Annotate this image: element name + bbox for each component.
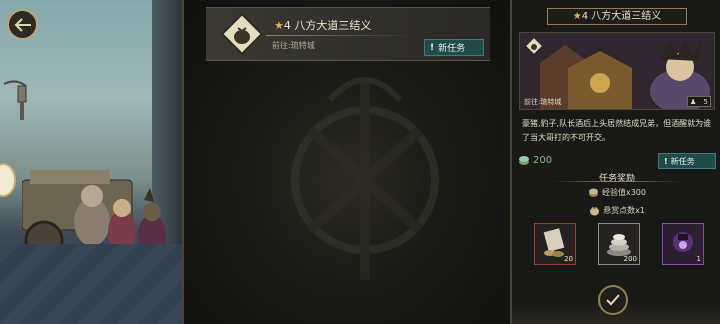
reward-divider: [552, 181, 682, 182]
reward-item-2-count: 200: [623, 255, 637, 263]
new-quest-label: 新任务: [438, 44, 466, 54]
reward-item-2[interactable]: 200: [598, 223, 640, 265]
reward-item-3-count: 1: [696, 255, 701, 263]
new-quest-badge: ! 新任务: [424, 39, 484, 56]
panel-stars: 4: [581, 11, 589, 22]
confirm-button[interactable]: [598, 285, 628, 315]
quest-illustration: 前往:琉特城 ♟ 5: [519, 32, 715, 110]
coin-pile-icon: [607, 234, 631, 256]
reward-item-1-count: 20: [564, 255, 573, 263]
coin-row: 200 ! 新任务: [518, 153, 716, 169]
exclamation-icon: !: [430, 42, 435, 53]
background-emblem: [291, 77, 439, 280]
art-count: 5: [703, 97, 708, 106]
quest-stars: 4: [283, 19, 291, 32]
star-icon: ★: [274, 19, 284, 32]
person-icon: ♟: [690, 97, 697, 106]
checkmark-icon: [606, 294, 620, 306]
bounty-reward: 悬赏点数x1: [512, 205, 720, 216]
game-scene: [0, 0, 182, 324]
back-arrow-icon: [14, 17, 31, 32]
quest-title: ★4 八方大道三结义: [274, 17, 371, 33]
side-notification[interactable]: [0, 163, 16, 197]
title-separator: [266, 35, 416, 36]
exp-text: 经验值x300: [601, 188, 646, 197]
reward-items: 20 200 1: [534, 223, 704, 265]
quest-title-text: 八方大道三结义: [294, 19, 372, 32]
street-lamp: [4, 80, 27, 120]
reward-item-3[interactable]: 1: [662, 223, 704, 265]
scroll-coins-icon: [543, 228, 565, 257]
quest-destination: 前往:琉特城: [272, 41, 315, 50]
coin-amount: 200: [533, 154, 553, 166]
back-button[interactable]: [7, 9, 38, 40]
exp-reward: 经验值x300: [512, 187, 720, 198]
divider: [182, 0, 184, 324]
panel-new-quest-label: 新任务: [670, 156, 695, 166]
panel-new-quest-badge: ! 新任务: [658, 153, 716, 169]
star-icon: ★: [572, 11, 582, 22]
cobblestone-floor: [0, 244, 182, 324]
exp-icon: [588, 188, 598, 197]
bounty-text: 悬赏点数x1: [603, 206, 645, 215]
panel-title-text: 八方大道三结义: [591, 11, 662, 22]
exclamation-icon: !: [664, 156, 668, 166]
art-destination: 前往:琉特城: [524, 98, 562, 106]
coin-icon: [519, 156, 529, 165]
bounty-bag-icon: [590, 206, 600, 216]
reward-item-1[interactable]: 20: [534, 223, 576, 265]
quest-list-item[interactable]: ★4 八方大道三结义 前往:琉特城 ! 新任务: [206, 7, 490, 61]
token-icon: [673, 232, 693, 252]
money-bag-icon: [525, 37, 543, 55]
coin-reward: 200: [518, 154, 552, 166]
quest-description: 豪猪,豹子,队长酒后上头居然结成兄弟，但酒醒就为谁了当大哥打的不可开交。: [522, 119, 712, 142]
reward-header: 任务奖励: [598, 174, 635, 184]
money-bag-icon: [220, 12, 264, 56]
art-count-badge: ♟ 5: [687, 96, 711, 107]
quest-detail-panel: ★4 八方大道三结义 前往:琉特城 ♟ 5 豪猪,豹子,队长酒后上头居然结成兄弟…: [510, 0, 720, 324]
panel-title: ★4 八方大道三结义: [547, 8, 687, 25]
